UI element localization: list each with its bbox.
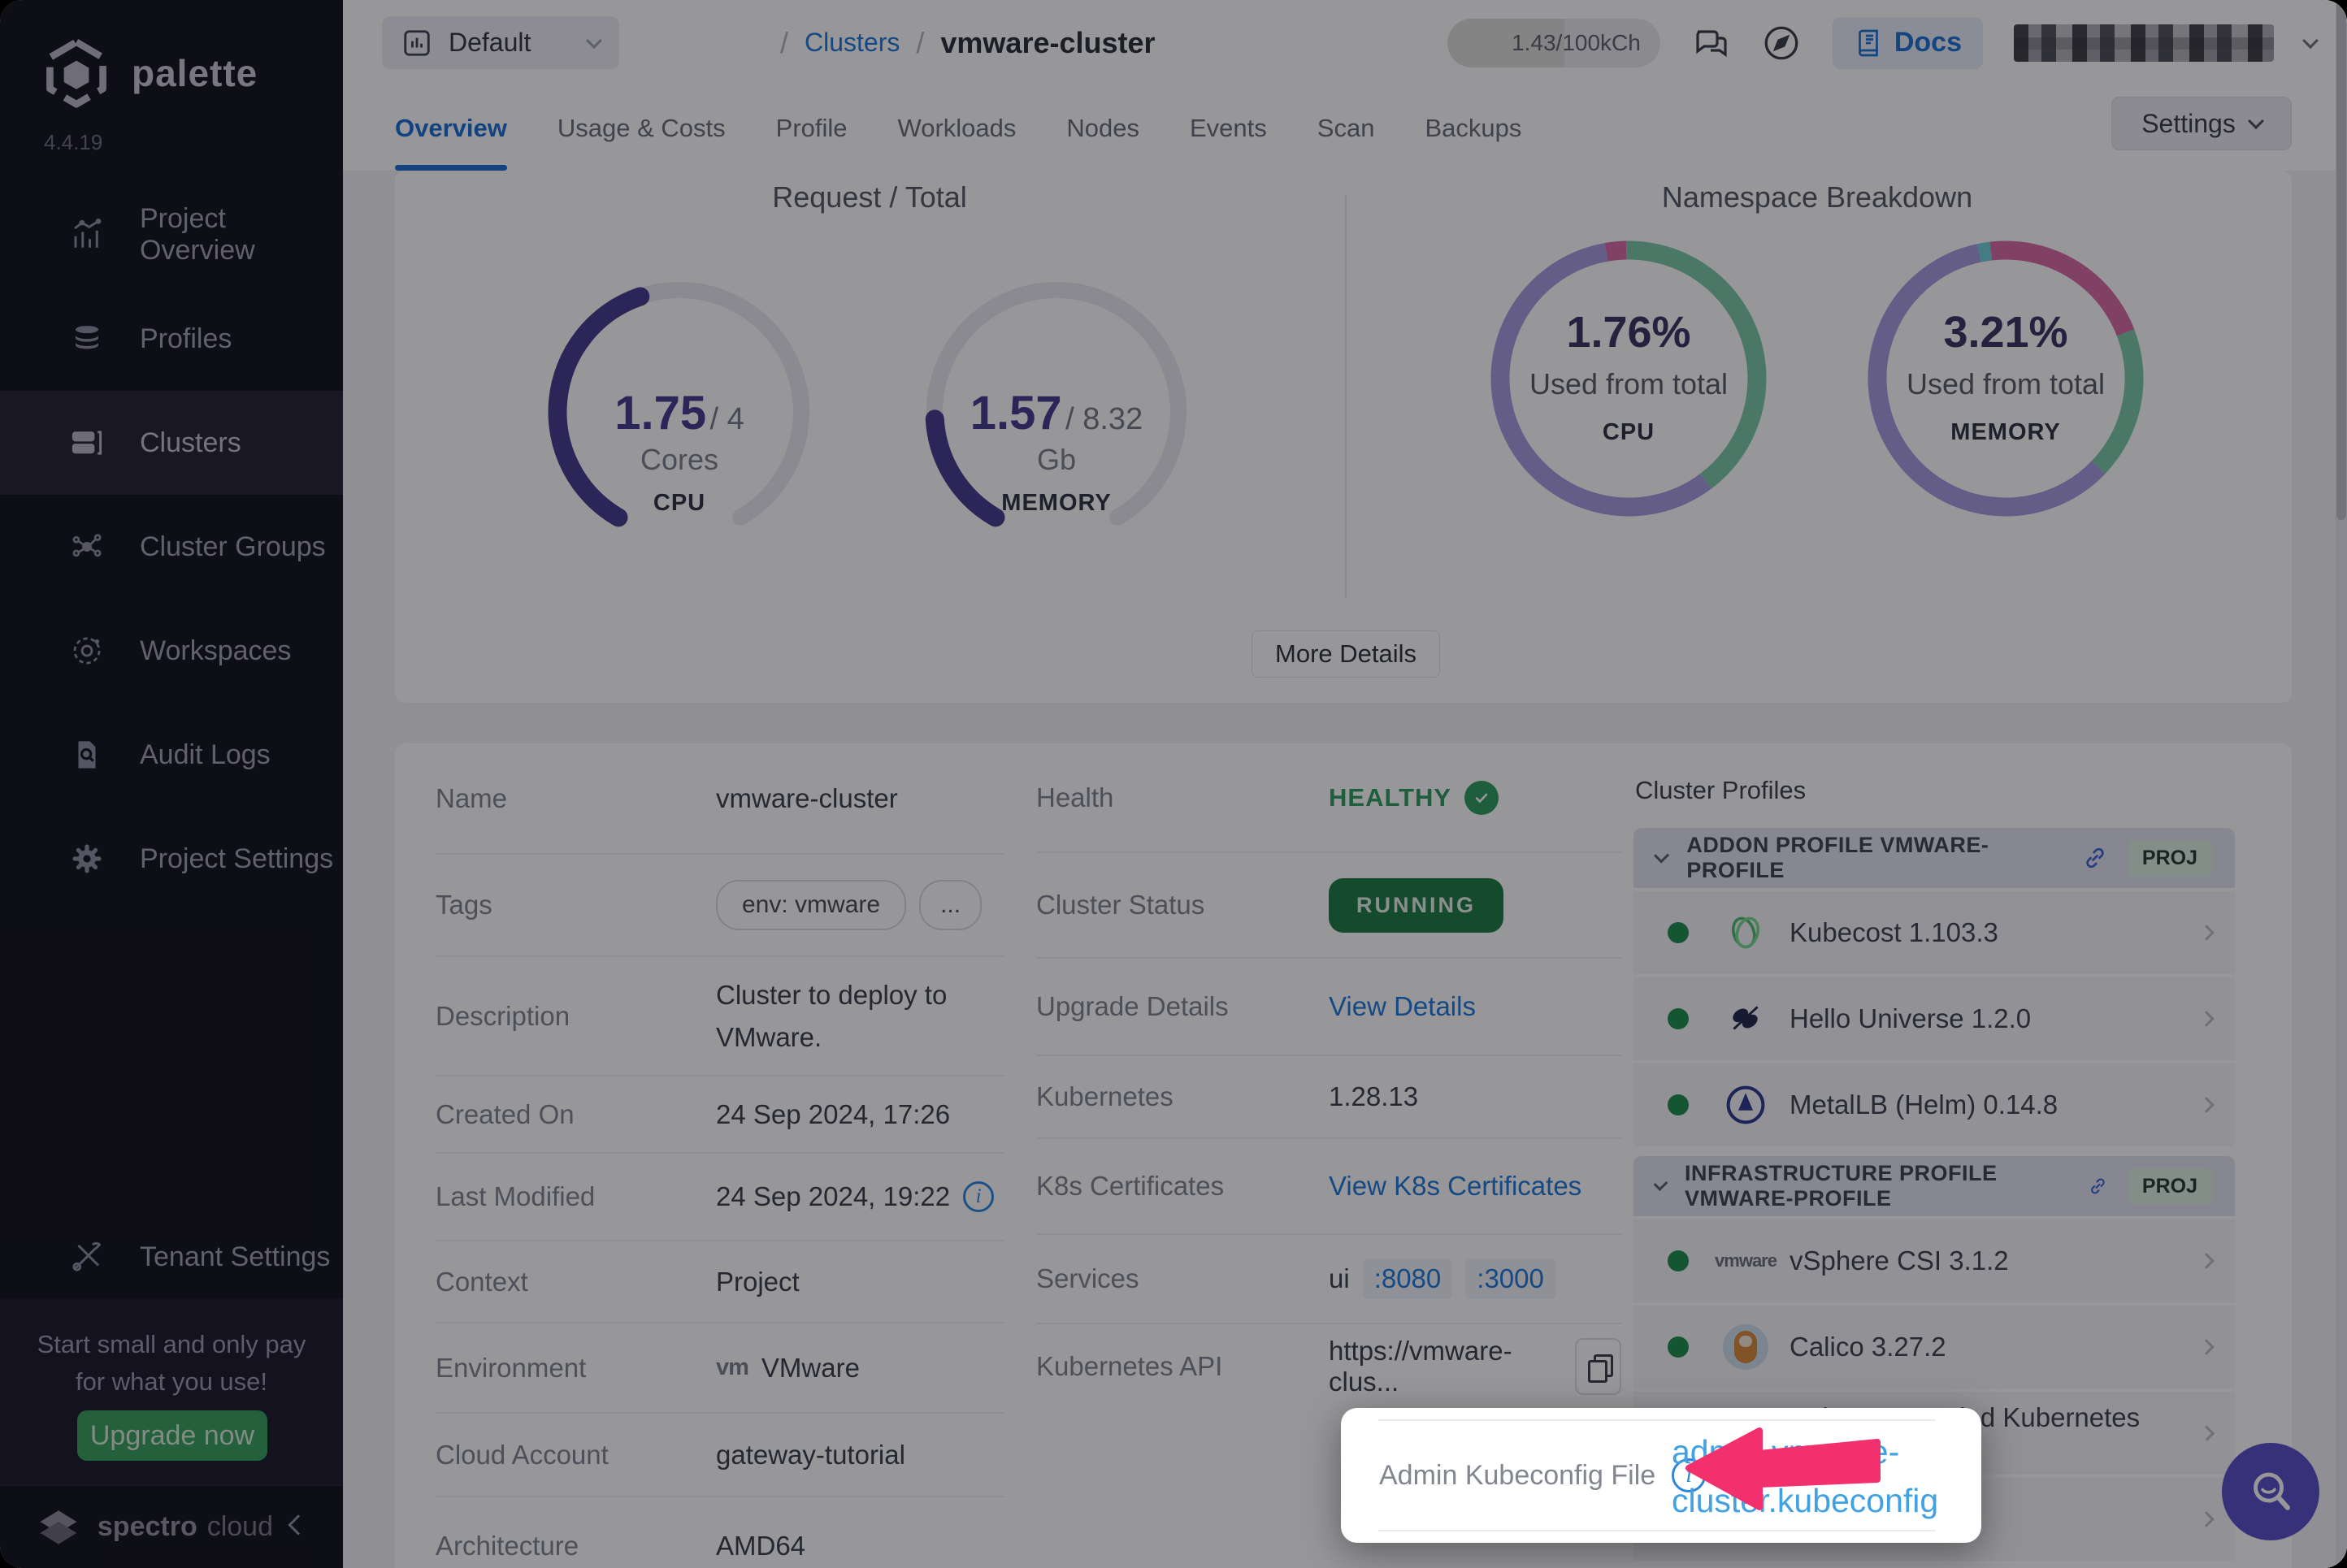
- annotation-arrow: [1682, 1418, 1885, 1515]
- dim-overlay: [0, 0, 2347, 1568]
- app-window: palette 4.4.19 Project Overview Profiles: [0, 0, 2347, 1568]
- admin-kubeconfig-label: Admin Kubeconfig File: [1379, 1460, 1655, 1492]
